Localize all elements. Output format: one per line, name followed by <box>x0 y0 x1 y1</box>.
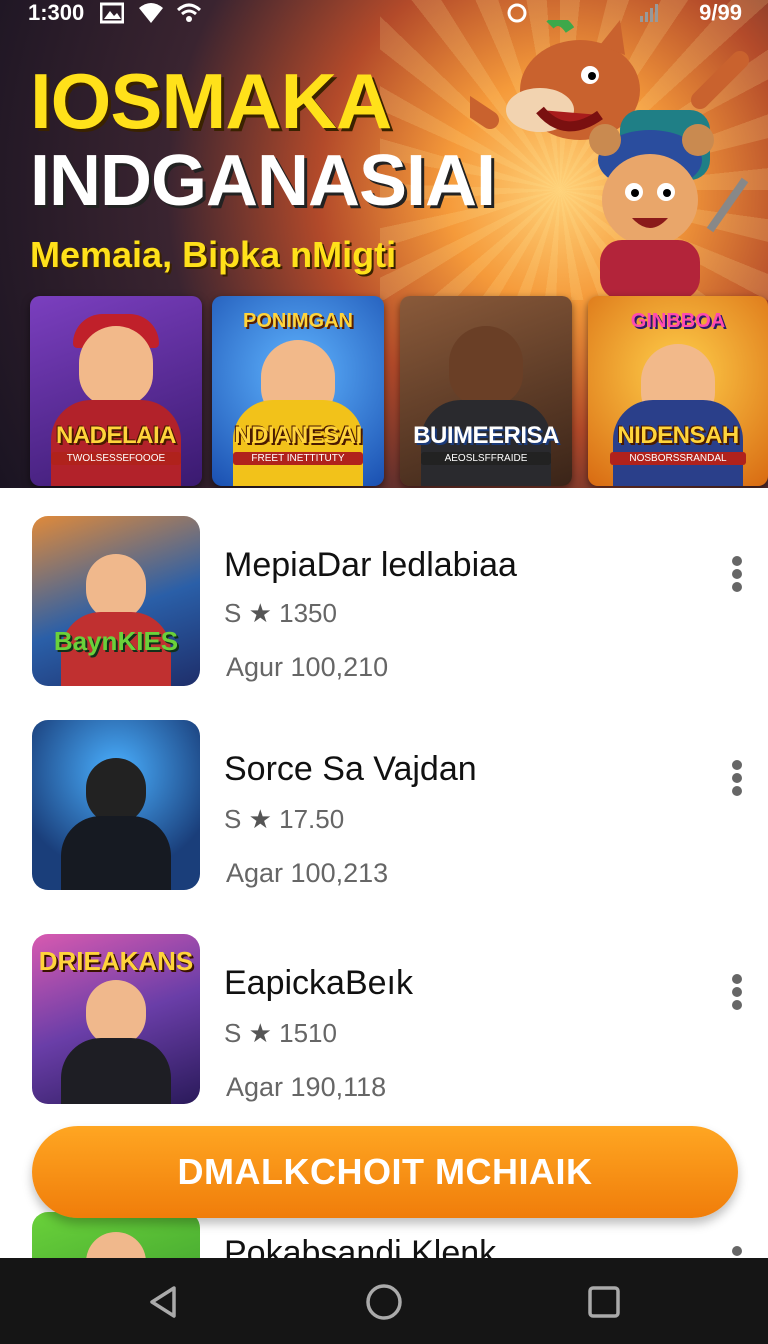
list-item[interactable]: BaynKIES MepiaDar ledlabiaa S ★ 1350 Agu… <box>0 506 768 696</box>
battery-icon <box>640 4 658 22</box>
black-suit-illustration <box>61 816 171 890</box>
kid-character-illustration <box>589 124 749 300</box>
list-item[interactable]: Pokabsandi Klenk <box>0 1212 768 1258</box>
hero-card-label: NIDENSAH <box>617 422 739 449</box>
boy-face-illustration <box>79 326 153 406</box>
more-options-icon[interactable] <box>728 1246 746 1258</box>
hero-title-line2: INDGANASIAI <box>30 141 496 221</box>
app-rating: S ★ 17.50 <box>224 804 344 835</box>
character-face-illustration <box>86 554 146 620</box>
star-icon: ★ <box>248 1018 272 1048</box>
app-meta: Agar 100,213 <box>226 858 389 888</box>
app-rating: S ★ 1510 <box>224 1018 337 1049</box>
app-meta: Agar 190,118 <box>226 1072 387 1102</box>
hero-card-label: NADELAIA <box>56 422 177 449</box>
hero-subtitle: Memaia, Bipka nMigti <box>30 234 397 275</box>
hero-card-label: NDIANESAI <box>234 422 362 449</box>
status-bar: 1:300 9/99 <box>0 0 768 28</box>
rating-value: 17.50 <box>279 804 345 834</box>
home-icon[interactable] <box>364 1282 404 1322</box>
list-item[interactable]: Sorce Sa Vajdan S ★ 17.50 Agar 100,213 <box>0 710 768 900</box>
status-battery-text: 9/99 <box>699 0 742 25</box>
recents-icon[interactable] <box>584 1282 624 1322</box>
hero-card-label: BUIMEERISA <box>413 422 559 449</box>
list-item[interactable]: DRIEAKANS EapickaBeık S ★ 1510 Agar 190,… <box>0 924 768 1114</box>
image-icon <box>100 2 124 24</box>
thumbnail-label: DRIEAKANS <box>38 946 194 976</box>
hero-card-2[interactable]: PONIMGAN NDIANESAI FREET INETTITUTY <box>212 296 384 486</box>
circle-icon <box>507 3 527 23</box>
helmet-head-illustration <box>86 758 146 824</box>
wifi-icon <box>176 3 202 22</box>
system-nav-bar <box>0 1258 768 1344</box>
man-face-illustration <box>449 326 523 406</box>
rating-prefix: S <box>224 804 242 834</box>
character-body-illustration <box>61 1038 171 1104</box>
hero-card-3[interactable]: BUIMEERISA AEOSLSFFRAIDE <box>400 296 572 486</box>
more-options-icon[interactable] <box>728 556 746 592</box>
app-thumbnail[interactable] <box>32 1212 200 1258</box>
app-thumbnail[interactable] <box>32 720 200 890</box>
star-icon: ★ <box>248 598 272 628</box>
hero-title-line1: IOSMAKA <box>30 57 392 145</box>
character-face-illustration <box>86 1232 146 1258</box>
hero-card-toplabel: PONIMGAN <box>243 310 353 332</box>
app-rating: S ★ 1350 <box>224 598 337 629</box>
app-name[interactable]: MepiaDar ledlabiaa <box>224 546 517 585</box>
app-thumbnail[interactable]: DRIEAKANS <box>32 934 200 1104</box>
rating-value: 1510 <box>279 1018 337 1048</box>
rating-prefix: S <box>224 1018 242 1048</box>
app-name[interactable]: Sorce Sa Vajdan <box>224 750 477 789</box>
rating-value: 1350 <box>279 598 337 628</box>
hero-card-1[interactable]: NADELAIA TWOLSESSEFOOOE <box>30 296 202 486</box>
primary-cta-button[interactable]: DMALKCHOIT MCHIAIK <box>32 1126 738 1218</box>
hero-card-sublabel: TWOLSESSEFOOOE <box>50 452 182 465</box>
hero-card-sublabel: AEOSLSFFRAIDE <box>420 452 552 465</box>
rating-prefix: S <box>224 598 242 628</box>
thumbnail-label: BaynKIES <box>53 626 179 656</box>
star-icon: ★ <box>248 804 272 834</box>
hero-card-4[interactable]: GINBBOA NIDENSAH NOSBORSSRANDAL <box>588 296 768 486</box>
hero-card-toplabel: GINBBOA <box>630 310 726 332</box>
more-options-icon[interactable] <box>728 974 746 1010</box>
status-time: 1:300 <box>28 0 85 25</box>
hero-banner[interactable]: 1:300 9/99 IOSMAKA INDGANASIAI Memaia, B… <box>0 0 768 488</box>
character-face-illustration <box>86 980 146 1046</box>
signal-icon <box>139 3 163 23</box>
app-thumbnail[interactable]: BaynKIES <box>32 516 200 686</box>
hero-game-cards: NADELAIA TWOLSESSEFOOOE PONIMGAN NDIANES… <box>30 296 768 488</box>
hero-card-sublabel: FREET INETTITUTY <box>232 452 364 465</box>
app-name[interactable]: Pokabsandi Klenk <box>224 1234 496 1258</box>
app-name[interactable]: EapickaBeık <box>224 964 413 1003</box>
app-meta: Agur 100,210 <box>226 652 389 682</box>
hero-card-sublabel: NOSBORSSRANDAL <box>609 452 747 465</box>
back-icon[interactable] <box>144 1282 184 1322</box>
more-options-icon[interactable] <box>728 760 746 796</box>
